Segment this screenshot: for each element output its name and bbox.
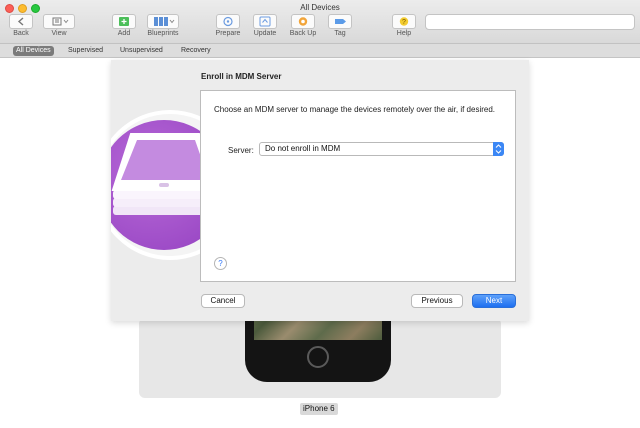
backup-button[interactable]: Back Up	[287, 14, 319, 37]
content-box: Choose an MDM server to manage the devic…	[200, 90, 516, 282]
tag-button[interactable]: Tag	[326, 14, 354, 37]
tab-unsupervised[interactable]: Unsupervised	[120, 46, 163, 56]
search-field[interactable]	[425, 14, 635, 30]
device-name-label[interactable]: iPhone 6	[300, 403, 338, 415]
help-circle-icon[interactable]: ?	[214, 257, 227, 270]
cancel-button[interactable]: Cancel	[201, 294, 245, 308]
update-button[interactable]: Update	[250, 14, 280, 37]
tab-all-devices[interactable]: All Devices	[13, 46, 54, 56]
add-button[interactable]: Add	[110, 14, 138, 37]
up-down-arrows-icon	[493, 142, 504, 156]
next-button[interactable]: Next	[472, 294, 516, 308]
svg-text:?: ?	[402, 19, 406, 26]
backup-icon	[291, 14, 315, 29]
title-bar: All Devices Back View Add Blueprints Pre…	[0, 0, 640, 44]
back-button[interactable]: Back	[7, 14, 35, 37]
view-grid-icon	[43, 14, 75, 29]
enroll-mdm-sheet: Enroll in MDM Server Choose an MDM serve…	[111, 60, 529, 321]
help-icon: ?	[392, 14, 416, 29]
sheet-title: Enroll in MDM Server	[201, 72, 282, 81]
server-select[interactable]: Do not enroll in MDM	[259, 142, 504, 156]
blueprints-icon	[147, 14, 179, 29]
prepare-button[interactable]: Prepare	[213, 14, 243, 37]
blueprints-button[interactable]: Blueprints	[143, 14, 183, 37]
server-select-value: Do not enroll in MDM	[265, 144, 341, 153]
help-button[interactable]: ? Help	[390, 14, 418, 37]
description-text: Choose an MDM server to manage the devic…	[214, 105, 496, 114]
tag-icon	[328, 14, 352, 29]
tab-supervised[interactable]: Supervised	[68, 46, 103, 56]
previous-button[interactable]: Previous	[411, 294, 463, 308]
add-icon	[112, 14, 136, 29]
filter-tab-bar: All Devices Supervised Unsupervised Reco…	[0, 44, 640, 58]
chevron-left-icon	[9, 14, 33, 29]
server-label: Server:	[228, 146, 254, 155]
view-button[interactable]: View	[42, 14, 76, 37]
prepare-icon	[216, 14, 240, 29]
home-button-icon	[307, 346, 329, 368]
tab-recovery[interactable]: Recovery	[181, 46, 211, 56]
update-icon	[253, 14, 277, 29]
window-title: All Devices	[300, 3, 340, 12]
